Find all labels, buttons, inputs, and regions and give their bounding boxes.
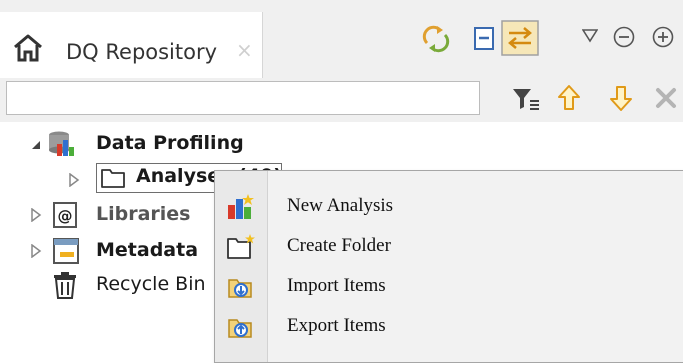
move-down-icon[interactable] (609, 84, 633, 116)
view-menu-icon[interactable] (581, 28, 599, 47)
libraries-icon: @ (52, 201, 78, 233)
tab-dq-repository[interactable]: DQ Repository × (0, 12, 263, 78)
recycle-bin-icon (52, 272, 78, 304)
tree-item-label: Recycle Bin (96, 273, 206, 295)
menu-item-export-items[interactable]: Export Items (215, 307, 683, 345)
tree-item-recycle-bin[interactable]: Recycle Bin (30, 268, 230, 302)
filter-bar (0, 78, 683, 122)
import-items-icon (226, 273, 256, 305)
close-icon[interactable]: × (236, 38, 253, 62)
filter-input[interactable] (6, 81, 480, 115)
context-menu: New Analysis Create Folder Import Items (214, 170, 683, 363)
create-folder-icon (226, 233, 256, 265)
maximize-icon[interactable] (651, 25, 675, 53)
expanded-arrow-icon[interactable] (30, 136, 42, 155)
menu-item-create-folder[interactable]: Create Folder (215, 227, 683, 265)
view-toolbar: DQ Repository × (0, 0, 683, 78)
collapsed-arrow-icon[interactable] (30, 207, 42, 226)
move-up-icon[interactable] (557, 84, 581, 116)
tab-title: DQ Repository (66, 40, 218, 64)
tree-item-metadata[interactable]: Metadata (30, 234, 230, 268)
filter-icon[interactable] (511, 86, 541, 116)
minimize-icon[interactable] (612, 25, 636, 53)
svg-text:@: @ (58, 207, 73, 225)
link-with-editor-icon[interactable] (501, 20, 539, 60)
collapsed-arrow-icon[interactable] (30, 243, 42, 262)
menu-item-label: Create Folder (287, 235, 391, 256)
menu-item-import-items[interactable]: Import Items (215, 267, 683, 305)
folder-icon (100, 166, 126, 194)
tree-item-label: Metadata (96, 239, 199, 261)
menu-item-new-analysis[interactable]: New Analysis (215, 187, 683, 225)
menu-item-label: New Analysis (287, 195, 394, 216)
tree-item-libraries[interactable]: @ Libraries (30, 198, 230, 232)
home-icon (12, 33, 44, 67)
menu-item-label: Export Items (287, 315, 386, 336)
menu-item-label: Import Items (287, 275, 386, 296)
tree-item-label: Data Profiling (96, 132, 244, 154)
collapsed-arrow-icon[interactable] (68, 172, 80, 191)
new-analysis-icon (226, 193, 256, 225)
tree-item-label: Libraries (96, 203, 191, 225)
sync-icon[interactable] (421, 24, 451, 58)
clear-icon[interactable] (655, 87, 677, 113)
tree-item-data-profiling[interactable]: Data Profiling (30, 127, 270, 161)
metadata-icon (52, 237, 80, 269)
collapse-all-icon[interactable] (473, 26, 497, 56)
export-items-icon (226, 313, 256, 345)
data-profiling-icon (46, 130, 76, 162)
